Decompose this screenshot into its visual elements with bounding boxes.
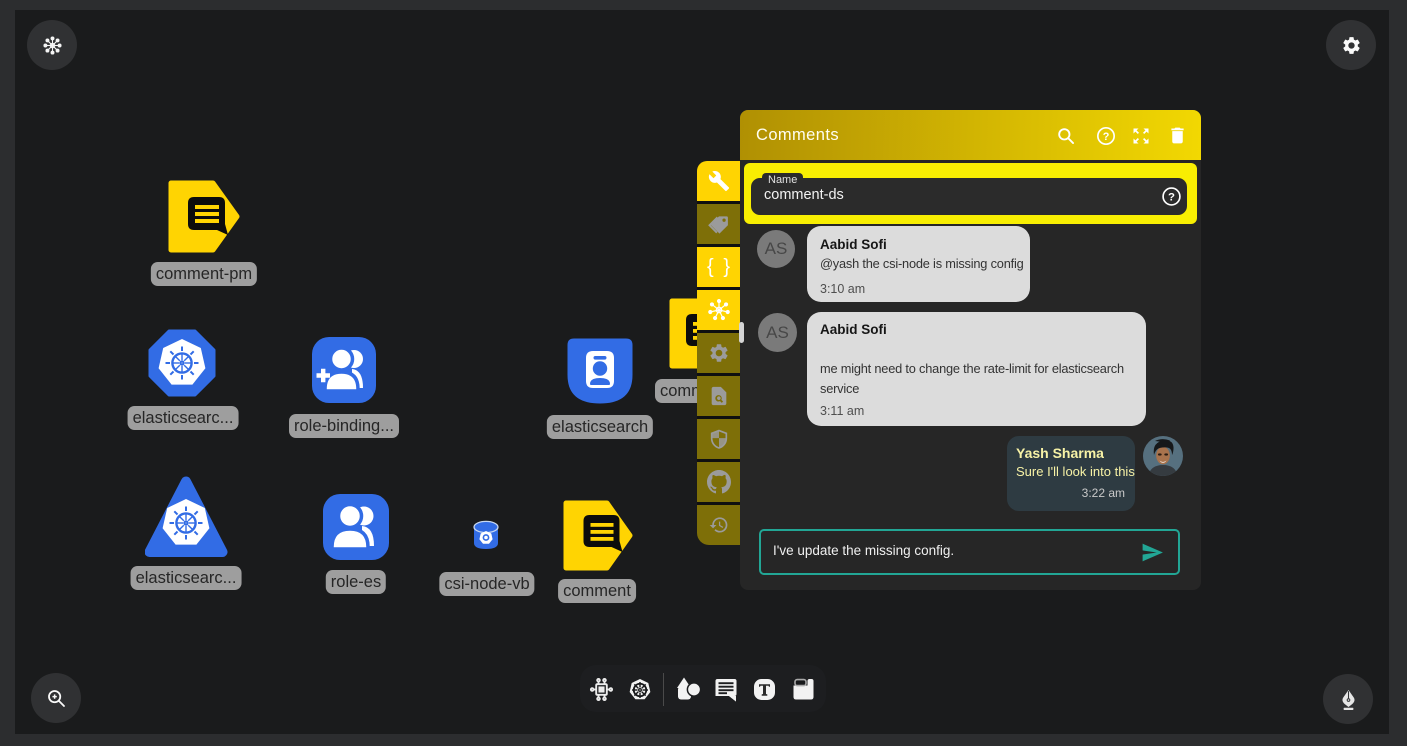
- svg-text:?: ?: [1103, 131, 1110, 143]
- svg-text:?: ?: [1168, 191, 1175, 203]
